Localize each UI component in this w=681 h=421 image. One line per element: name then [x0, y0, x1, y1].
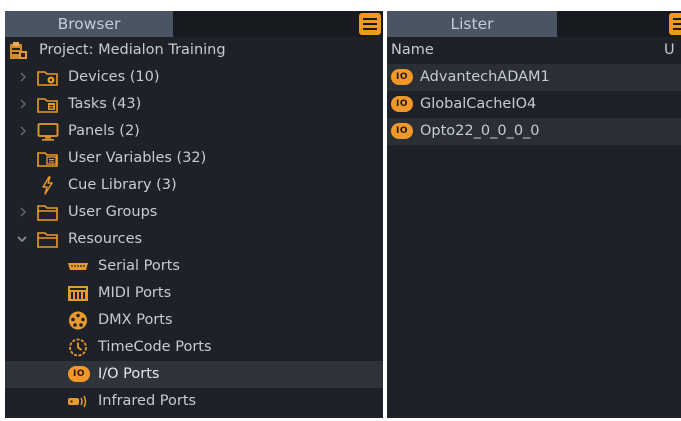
lister-row[interactable]: IO Opto22_0_0_0_0 [387, 118, 681, 145]
column-header-u[interactable]: U [664, 37, 675, 64]
tree-item-label: User Variables (32) [68, 150, 207, 166]
dmx-port-icon [67, 311, 89, 330]
chevron-right-icon[interactable] [18, 71, 28, 83]
variables-folder-icon [37, 149, 59, 168]
tree-item-cue-library[interactable]: Cue Library (3) [5, 172, 383, 199]
tree-item-timecode-ports[interactable]: TimeCode Ports [5, 334, 383, 361]
midi-port-icon [67, 284, 89, 303]
lister-row-name: Opto22_0_0_0_0 [420, 123, 540, 139]
io-port-icon: IO [68, 366, 90, 385]
tree-item-user-groups[interactable]: User Groups [5, 199, 383, 226]
tree-item-label: Devices (10) [68, 69, 160, 85]
tree-item-label: I/O Ports [98, 366, 160, 382]
lister-row[interactable]: IO GlobalCacheIO4 [387, 91, 681, 118]
chevron-right-icon[interactable] [18, 125, 28, 137]
chevron-down-icon[interactable] [16, 233, 27, 245]
tree-item-tasks[interactable]: Tasks (43) [5, 91, 383, 118]
folder-icon [37, 230, 59, 249]
tree-item-devices[interactable]: Devices (10) [5, 64, 383, 91]
tree-item-label: Cue Library (3) [68, 177, 177, 193]
lister-panel: Lister Name U IO AdvantechADAM1 IO Globa… [387, 11, 681, 418]
tree-item-user-variables[interactable]: User Variables (32) [5, 145, 383, 172]
monitor-icon [37, 122, 59, 141]
tree-item-io-ports[interactable]: IO I/O Ports [5, 361, 383, 388]
browser-menu-icon[interactable] [359, 13, 381, 35]
io-port-icon: IO [391, 123, 413, 142]
lightning-icon [37, 176, 59, 195]
tree-item-resources[interactable]: Resources [5, 226, 383, 253]
tree-item-label: Panels (2) [68, 123, 140, 139]
tree-item-dmx-ports[interactable]: DMX Ports [5, 307, 383, 334]
tree-item-label: TimeCode Ports [98, 339, 212, 355]
lister-row[interactable]: IO AdvantechADAM1 [387, 64, 681, 91]
tree-item-label: DMX Ports [98, 312, 173, 328]
tree-item-label: MIDI Ports [98, 285, 172, 301]
devices-folder-icon [37, 68, 59, 87]
tab-lister[interactable]: Lister [387, 11, 557, 37]
tree-item-label: Serial Ports [98, 258, 180, 274]
column-header-name[interactable]: Name [391, 37, 434, 64]
serial-port-icon [67, 257, 89, 276]
lister-row-name: AdvantechADAM1 [420, 69, 550, 85]
tree-item-midi-ports[interactable]: MIDI Ports [5, 280, 383, 307]
tree-item-panels[interactable]: Panels (2) [5, 118, 383, 145]
tree-item-label: User Groups [68, 204, 158, 220]
chevron-right-icon[interactable] [18, 98, 28, 110]
browser-tabbar: Browser [5, 11, 383, 37]
tasks-folder-icon [37, 95, 59, 114]
lister-menu-icon[interactable] [669, 13, 681, 35]
lister-tabbar: Lister [387, 11, 681, 37]
lister-row-name: GlobalCacheIO4 [420, 96, 537, 112]
infrared-icon [67, 392, 89, 411]
tree-item-label: Resources [68, 231, 143, 247]
tree-item-label: Tasks (43) [68, 96, 142, 112]
browser-panel: Browser Project: Medialon Training Devic… [5, 11, 383, 418]
tree-item-label: Project: Medialon Training [39, 42, 226, 58]
io-port-icon: IO [391, 96, 413, 115]
folder-icon [37, 203, 59, 222]
clock-icon [67, 338, 89, 357]
tree-item-project[interactable]: Project: Medialon Training [5, 37, 383, 64]
tab-browser[interactable]: Browser [5, 11, 173, 37]
tree-item-serial-ports[interactable]: Serial Ports [5, 253, 383, 280]
lister-header: Name U [387, 37, 681, 64]
tree-item-infrared-ports[interactable]: Infrared Ports [5, 388, 383, 415]
project-icon [7, 41, 29, 60]
tree-item-label: Infrared Ports [98, 393, 197, 409]
chevron-right-icon[interactable] [18, 206, 28, 218]
io-port-icon: IO [391, 69, 413, 88]
